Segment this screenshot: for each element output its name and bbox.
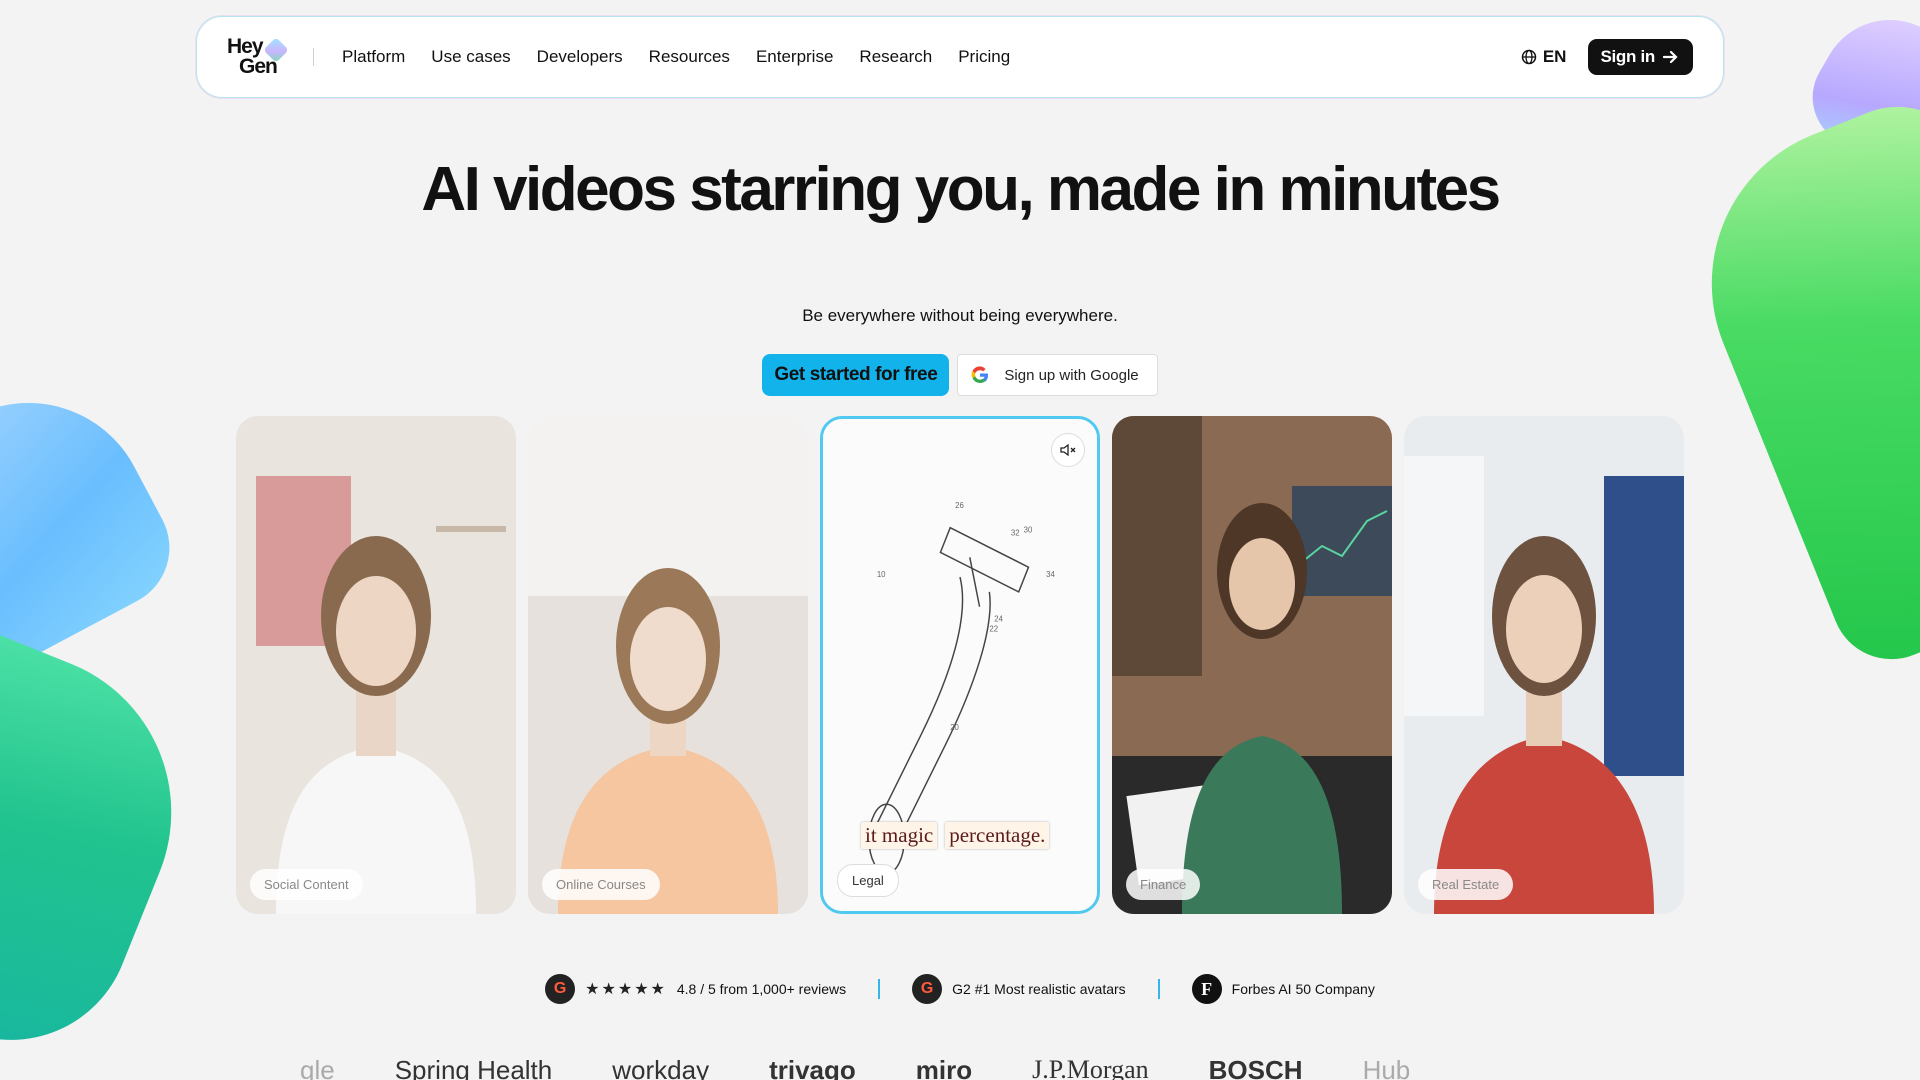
customer-logos: gle Spring Health workday trivago miro J…	[300, 1050, 1620, 1080]
top-navigation: Hey Gen Platform Use cases Developers Re…	[196, 16, 1724, 98]
google-signup-button[interactable]: Sign up with Google	[957, 354, 1158, 396]
video-card-online-courses[interactable]: Online Courses	[528, 416, 808, 914]
logo-miro: miro	[915, 1054, 973, 1080]
svg-text:10: 10	[877, 570, 886, 579]
hero-subtitle: Be everywhere without being everywhere.	[802, 306, 1118, 325]
nav-links: Platform Use cases Developers Resources …	[342, 47, 1010, 67]
logo-jpmorgan: J.P.Morgan	[1032, 1055, 1149, 1080]
logo-bosch: BOSCH	[1208, 1054, 1303, 1080]
forbes-icon: F	[1191, 974, 1222, 1004]
nav-link-platform[interactable]: Platform	[342, 47, 405, 67]
decorative-shape-green-left	[0, 603, 220, 1077]
card-label: Social Content	[250, 869, 363, 900]
card-label: Real Estate	[1418, 869, 1514, 900]
sign-in-button[interactable]: Sign in	[1588, 39, 1693, 75]
mute-button[interactable]	[1051, 433, 1085, 467]
svg-text:22: 22	[989, 624, 998, 633]
svg-text:34: 34	[1046, 570, 1055, 579]
speaker-muted-icon	[1060, 443, 1076, 457]
cta-row: Get started for free Sign up with Google	[0, 354, 1920, 396]
logo-spring-health: Spring Health	[394, 1054, 553, 1080]
logo-text-gen: Gen	[239, 55, 278, 78]
get-started-button[interactable]: Get started for free	[762, 354, 950, 396]
nav-link-enterprise[interactable]: Enterprise	[756, 47, 833, 67]
arrow-right-icon	[1663, 50, 1678, 64]
video-card-real-estate[interactable]: Real Estate	[1404, 416, 1684, 914]
nav-link-use-cases[interactable]: Use cases	[431, 47, 510, 67]
caption-word: it magic	[861, 822, 938, 849]
g2-award-text: G2 #1 Most realistic avatars	[952, 981, 1126, 997]
svg-text:30: 30	[1024, 526, 1033, 535]
google-signup-label: Sign up with Google	[1004, 366, 1139, 384]
card-label: Finance	[1126, 869, 1201, 900]
card-label: Legal	[837, 864, 899, 897]
nav-link-pricing[interactable]: Pricing	[958, 47, 1010, 67]
nav-link-research[interactable]: Research	[859, 47, 932, 67]
video-card-finance[interactable]: Finance	[1112, 416, 1392, 914]
logo-hubspot: Hub	[1362, 1054, 1411, 1080]
presenter-video-thumbnail	[1404, 416, 1684, 914]
nav-link-developers[interactable]: Developers	[537, 47, 623, 67]
forbes-text: Forbes AI 50 Company	[1231, 981, 1375, 997]
video-caption: it magic percentage.	[861, 822, 1050, 849]
sign-in-label: Sign in	[1600, 47, 1655, 66]
caption-word: percentage.	[945, 822, 1050, 849]
logo-trivago: trivago	[769, 1054, 856, 1080]
logo-google: gle	[300, 1054, 335, 1080]
g2-award-badge: G G2 #1 Most realistic avatars	[912, 974, 1126, 1004]
social-proof-badges: G ★★★★★ 4.8 / 5 from 1,000+ reviews G G2…	[0, 974, 1920, 1004]
hero-title: AI videos starring you, made in minutes	[421, 155, 1501, 224]
g2-icon: G	[912, 974, 943, 1004]
video-card-legal[interactable]: 26 30 32 34 10 24 22 20 it magic percentage. …	[820, 416, 1100, 914]
card-label: Online Courses	[542, 869, 660, 900]
g2-icon: G	[545, 974, 576, 1004]
language-label: EN	[1542, 47, 1567, 66]
video-card-social-content[interactable]: Social Content	[236, 416, 516, 914]
google-icon	[972, 366, 989, 384]
language-selector[interactable]: EN	[1521, 47, 1567, 67]
nav-right: EN Sign in	[1521, 39, 1693, 75]
svg-text:24: 24	[994, 614, 1003, 623]
logo-workday: workday	[612, 1054, 710, 1080]
globe-icon	[1521, 49, 1537, 65]
nav-divider	[313, 48, 314, 66]
video-cards: Social Content Online Courses 26 30 32 3…	[236, 416, 1686, 914]
presenter-video-thumbnail	[528, 416, 808, 914]
badge-divider	[1157, 979, 1160, 999]
decorative-shape-blue-left	[0, 360, 191, 700]
five-stars-icon: ★★★★★	[585, 981, 667, 998]
svg-text:32: 32	[1011, 529, 1020, 538]
forbes-badge: F Forbes AI 50 Company	[1191, 974, 1375, 1004]
g2-rating-badge: G ★★★★★ 4.8 / 5 from 1,000+ reviews	[545, 974, 846, 1004]
svg-text:26: 26	[955, 501, 964, 510]
rating-text: 4.8 / 5 from 1,000+ reviews	[676, 981, 847, 997]
presenter-video-thumbnail	[1112, 416, 1392, 914]
svg-text:20: 20	[950, 723, 959, 732]
heygen-logo[interactable]: Hey Gen	[227, 36, 289, 78]
nav-link-resources[interactable]: Resources	[649, 47, 730, 67]
presenter-video-thumbnail	[236, 416, 516, 914]
badge-divider	[878, 979, 881, 999]
